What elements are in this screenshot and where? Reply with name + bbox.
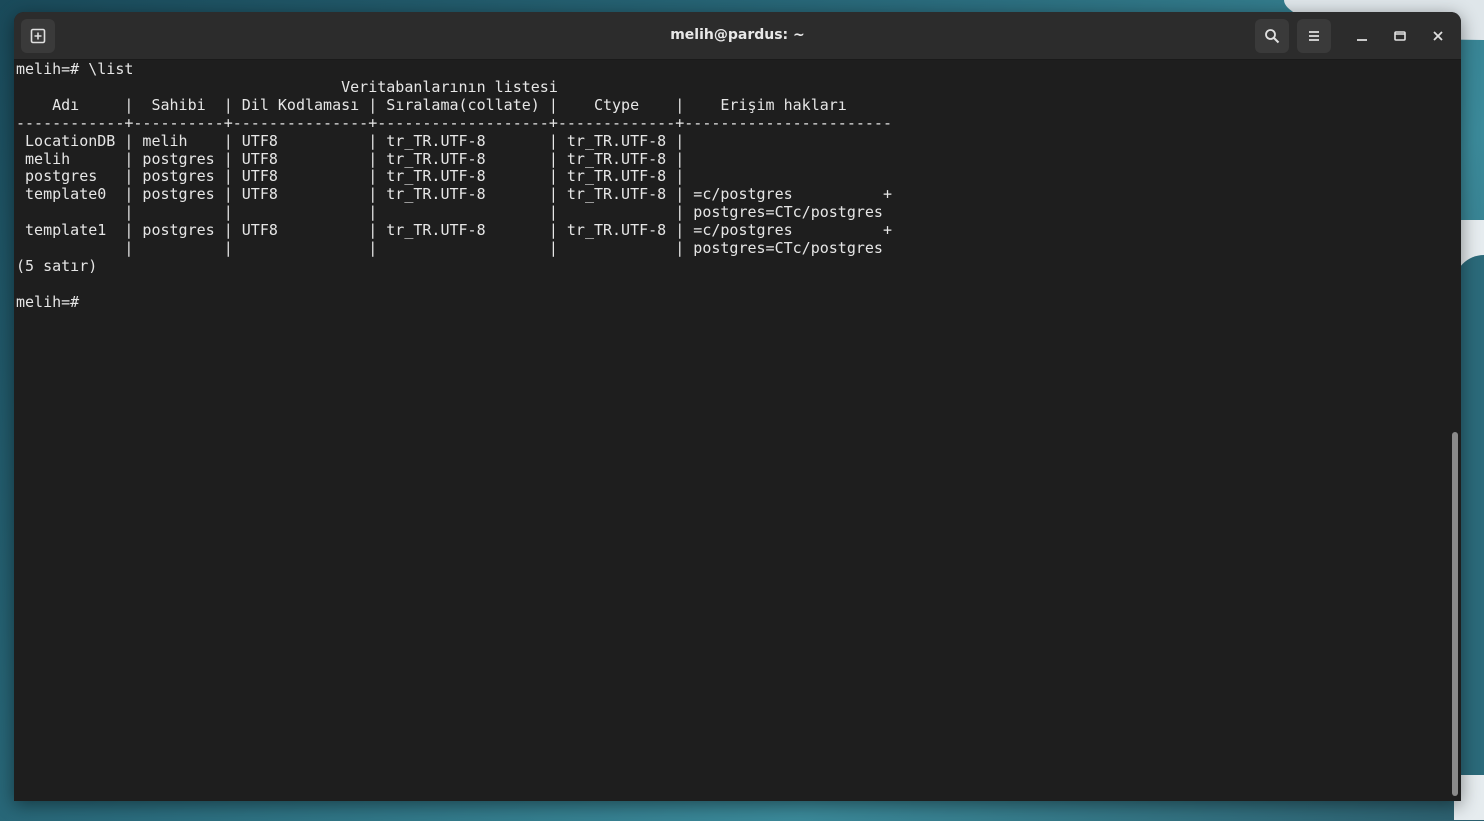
window-title: melih@pardus: ~ (670, 27, 805, 43)
new-tab-icon (30, 28, 46, 44)
terminal-line: LocationDB | melih | UTF8 | tr_TR.UTF-8 … (16, 131, 685, 150)
menu-button[interactable] (1297, 19, 1331, 53)
maximize-button[interactable] (1386, 22, 1414, 50)
new-tab-button[interactable] (21, 19, 55, 53)
terminal-line: (5 satır) (16, 256, 98, 275)
terminal-line: postgres | postgres | UTF8 | tr_TR.UTF-8… (16, 167, 685, 186)
terminal-scrollbar[interactable] (1448, 60, 1461, 801)
minimize-icon (1357, 39, 1367, 41)
title-bar[interactable]: melih@pardus: ~ (14, 12, 1461, 60)
scrollbar-thumb[interactable] (1452, 432, 1458, 796)
terminal-line: Veritabanlarının listesi (16, 77, 558, 96)
close-button[interactable] (1424, 22, 1452, 50)
terminal-output-area[interactable]: melih=# \list Veritabanlarının listesi A… (14, 60, 1448, 801)
maximize-icon (1394, 31, 1406, 41)
terminal-line: | | | | | postgres=CTc/postgres (16, 203, 883, 222)
minimize-button[interactable] (1348, 22, 1376, 50)
terminal-line: melih | postgres | UTF8 | tr_TR.UTF-8 | … (16, 149, 685, 168)
terminal-window: melih@pardus: ~ melih=# \list Veritabanl… (14, 12, 1461, 801)
terminal-text: melih=# \list Veritabanlarının listesi A… (14, 60, 1448, 313)
terminal-line: | | | | | postgres=CTc/postgres (16, 239, 883, 258)
terminal-line: melih=# (16, 292, 80, 311)
terminal-line: template0 | postgres | UTF8 | tr_TR.UTF-… (16, 185, 892, 204)
terminal-line: Adı | Sahibi | Dil Kodlaması | Sıralama(… (16, 95, 847, 114)
terminal-line: template1 | postgres | UTF8 | tr_TR.UTF-… (16, 221, 892, 240)
hamburger-menu-icon (1309, 31, 1319, 41)
terminal-line: ------------+----------+---------------+… (16, 113, 892, 132)
search-icon (1265, 29, 1280, 44)
terminal-line: melih=# \list (16, 60, 134, 78)
close-icon (1433, 31, 1443, 41)
search-button[interactable] (1255, 19, 1289, 53)
